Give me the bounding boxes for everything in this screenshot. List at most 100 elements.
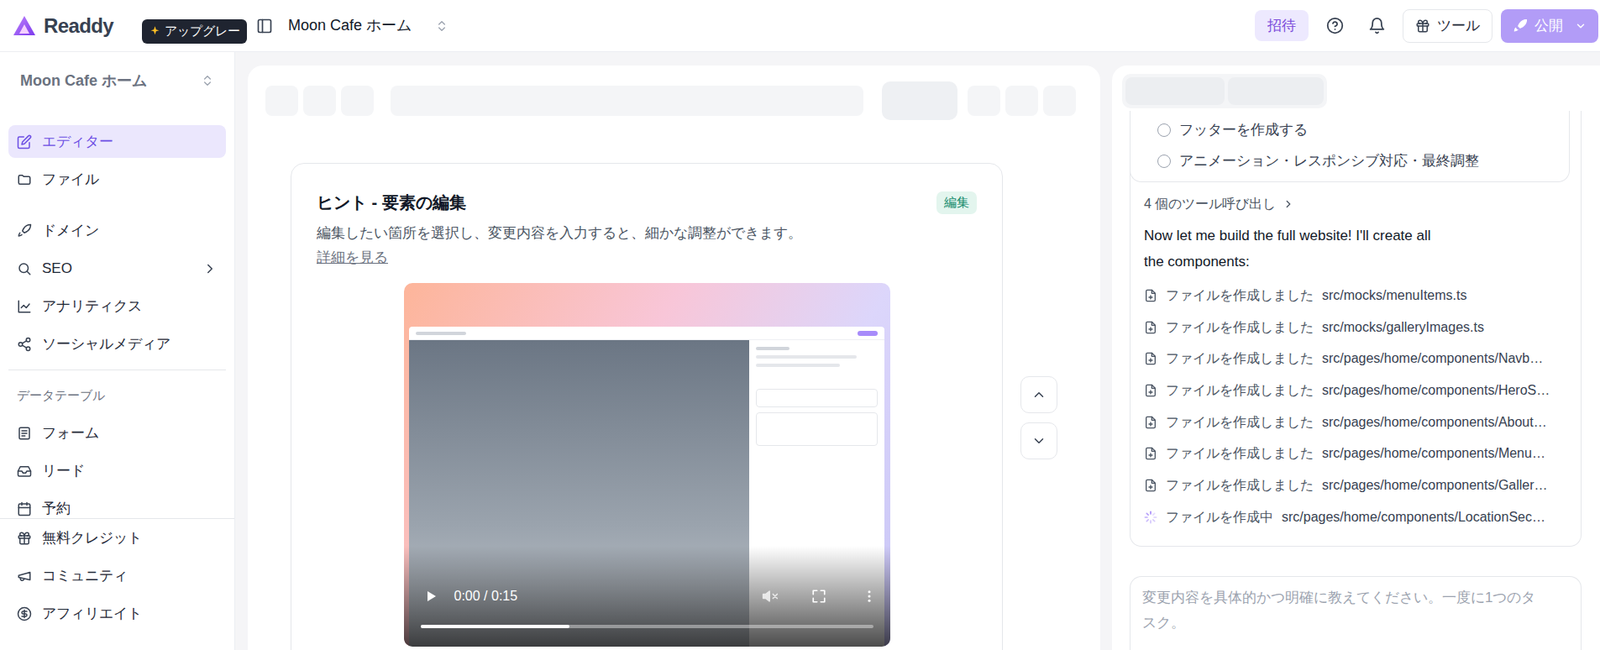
sparkle-icon	[148, 25, 162, 38]
scroll-up-button[interactable]	[1020, 376, 1058, 414]
project-title[interactable]: Moon Cafe ホーム	[288, 14, 412, 37]
section-title: データテーブル	[16, 386, 105, 406]
inbox-icon	[16, 463, 32, 479]
file-row[interactable]: ファイルを作成しましたsrc/pages/home/components/Men…	[1143, 437, 1568, 470]
file-status-indicator	[1143, 415, 1158, 430]
megaphone-icon	[16, 568, 32, 584]
sidebar-item[interactable]: フォーム	[8, 416, 226, 450]
sidebar-nav: エディターファイルドメイン SEO アナリティクスソーシャルメディアデータテーブルフ…	[0, 97, 235, 519]
sidebar-item[interactable]: ファイル	[8, 162, 226, 196]
chevron-down-icon	[1031, 433, 1047, 449]
rocket-icon	[1512, 18, 1528, 34]
file-status-indicator	[1143, 446, 1158, 461]
calendar-icon	[16, 501, 32, 517]
help-icon[interactable]	[1326, 16, 1344, 35]
file-row[interactable]: ファイルを作成しましたsrc/pages/home/components/Abo…	[1143, 406, 1568, 439]
file-plus-icon	[1143, 320, 1158, 335]
loading-placeholder	[1005, 85, 1039, 116]
sidebar-item[interactable]: 無料クレジット	[8, 521, 226, 555]
sidebar-item[interactable]: コミュニティ	[8, 559, 226, 593]
mute-button[interactable]	[760, 587, 780, 606]
file-row[interactable]: ファイルを作成しましたsrc/mocks/galleryImages.ts	[1143, 311, 1568, 344]
preview-panel: ヒント - 要素の編集 編集 編集したい箇所を選択し、変更内容を入力すると、細か…	[247, 65, 1101, 650]
chat-input[interactable]	[1142, 585, 1548, 650]
file-plus-icon	[1143, 351, 1158, 366]
chevron-right-icon	[1282, 198, 1295, 210]
sidebar-item[interactable]: SEO	[8, 251, 226, 285]
fullscreen-icon[interactable]	[811, 588, 827, 604]
composer	[1129, 576, 1582, 650]
loading-placeholder	[1043, 85, 1076, 116]
file-row[interactable]: ファイルを作成しましたsrc/pages/home/components/Nav…	[1143, 342, 1568, 375]
task-checkbox	[1157, 123, 1171, 137]
folder-icon	[16, 172, 32, 188]
more-icon[interactable]	[861, 588, 877, 604]
file-row[interactable]: ファイルを作成しましたsrc/mocks/menuItems.ts	[1143, 279, 1568, 312]
sidebar-item[interactable]: 予約	[8, 492, 226, 519]
gift-icon	[16, 530, 32, 546]
play-button[interactable]	[422, 587, 440, 605]
file-status-indicator	[1143, 288, 1158, 303]
chevrons-up-down-icon[interactable]	[435, 19, 449, 33]
sidebar-item[interactable]: アフィリエイト	[8, 597, 226, 630]
readdy-logo-icon[interactable]	[11, 13, 37, 39]
search-icon	[16, 261, 32, 277]
upgrade-badge[interactable]: アップグレー	[141, 19, 247, 44]
publish-button[interactable]: 公開	[1500, 9, 1599, 43]
chart-icon	[16, 299, 32, 315]
chat-panel: フッターを作成するアニメーション・レスポンシブ対応・最終調整 4 個のツール呼び…	[1112, 65, 1600, 650]
sidebar-toggle-icon[interactable]	[256, 17, 273, 35]
gift-box-icon	[1415, 18, 1431, 34]
invite-button[interactable]: 招待	[1254, 10, 1309, 42]
file-plus-icon	[1143, 383, 1158, 398]
file-status-indicator	[1143, 320, 1158, 335]
file-row[interactable]: ファイルを作成しましたsrc/pages/home/components/Her…	[1143, 374, 1568, 407]
file-row[interactable]: ファイルを作成しましたsrc/pages/home/components/Gal…	[1143, 469, 1568, 502]
tools-button[interactable]: ツール	[1402, 9, 1493, 43]
toolbar-loading	[247, 81, 1101, 121]
task-item: アニメーション・レスポンシブ対応・最終調整	[1130, 145, 1569, 177]
chevron-right-icon	[202, 261, 218, 277]
muted-speaker-icon	[761, 587, 779, 605]
sidebar-item[interactable]: エディター	[8, 125, 226, 158]
loading-placeholder	[340, 85, 374, 116]
chevron-up-icon	[1031, 387, 1047, 403]
loading-placeholder	[881, 81, 958, 121]
tool-calls-toggle[interactable]: 4 個のツール呼び出し	[1143, 191, 1568, 217]
dollar-icon	[16, 606, 32, 622]
sidebar-item[interactable]: ソーシャルメディア	[8, 327, 226, 361]
file-status-indicator	[1143, 478, 1158, 493]
message-text: Now let me build the full website! I'll …	[1143, 222, 1443, 275]
task-checkbox	[1157, 154, 1171, 168]
top-bar: Readdy アップグレー Moon Cafe ホーム 招待 ツール 公開	[0, 0, 1600, 53]
file-row[interactable]: ファイルを作成中src/pages/home/components/Locati…	[1143, 501, 1568, 534]
chevron-down-icon	[1574, 20, 1587, 32]
rocket-icon	[16, 223, 32, 239]
assistant-message: フッターを作成するアニメーション・レスポンシブ対応・最終調整 4 個のツール呼び…	[1129, 110, 1582, 547]
play-icon	[424, 589, 438, 604]
share-icon	[16, 336, 32, 352]
progress-track[interactable]	[420, 624, 874, 629]
task-item: フッターを作成する	[1130, 114, 1569, 146]
file-list: ファイルを作成しましたsrc/mocks/menuItems.tsファイルを作成…	[1143, 279, 1568, 534]
sidebar-item[interactable]: リード	[8, 454, 226, 488]
chevrons-up-down-icon	[200, 73, 215, 88]
hint-card: ヒント - 要素の編集 編集 編集したい箇所を選択し、変更内容を入力すると、細か…	[290, 162, 1003, 650]
spinner-icon	[1143, 510, 1158, 525]
app-logo[interactable]: Readdy	[43, 10, 114, 42]
sidebar-item[interactable]: アナリティクス	[8, 289, 226, 323]
bell-icon[interactable]	[1368, 16, 1386, 35]
hint-title: ヒント - 要素の編集	[316, 190, 467, 215]
file-plus-icon	[1143, 288, 1158, 303]
learn-more-link[interactable]: 詳細を見る	[316, 247, 977, 268]
loading-placeholder	[303, 85, 336, 116]
sidebar-item[interactable]: ドメイン	[8, 214, 226, 247]
video-time: 0:00 / 0:15	[454, 586, 519, 607]
tabs-loading	[1122, 73, 1328, 109]
scroll-down-button[interactable]	[1020, 422, 1058, 460]
file-plus-icon	[1143, 446, 1158, 461]
project-selector[interactable]: Moon Cafe ホーム	[8, 63, 226, 98]
progress-fill	[420, 624, 571, 629]
file-plus-icon	[1143, 478, 1158, 493]
tutorial-video[interactable]: 0:00 / 0:15	[403, 283, 891, 647]
